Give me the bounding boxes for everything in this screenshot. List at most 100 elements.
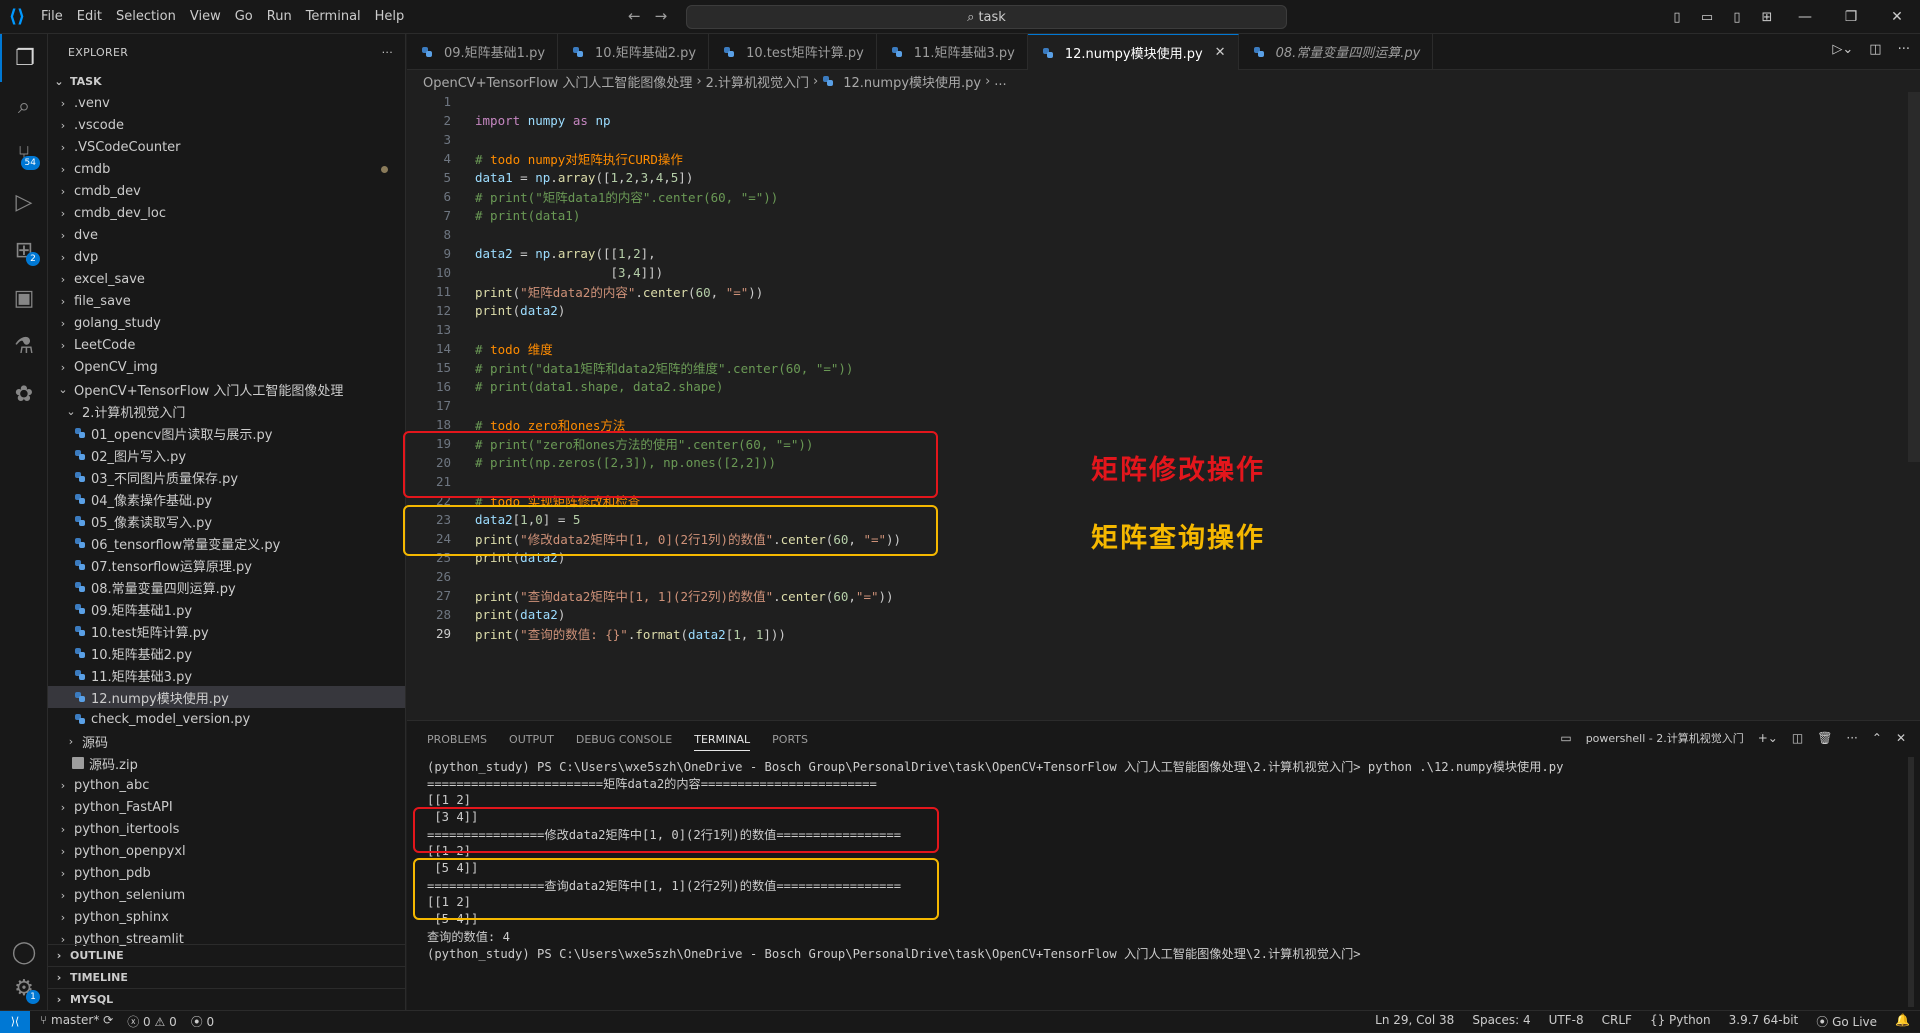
folder-item[interactable]: › dvp — [48, 246, 405, 268]
customize-layout-icon[interactable]: ⊞ — [1752, 10, 1782, 25]
folder-item[interactable]: › python_selenium — [48, 884, 405, 906]
folder-item[interactable]: › dve — [48, 224, 405, 246]
breadcrumb-item[interactable]: 2.计算机视觉入门 — [706, 72, 809, 91]
source-control-icon[interactable]: ⑂ 54 — [0, 130, 48, 178]
command-center-search[interactable]: ⌕ task — [686, 5, 1287, 29]
terminal-scrollbar[interactable] — [1908, 757, 1914, 1007]
file-item[interactable]: 02_图片写入.py — [48, 444, 405, 466]
language-mode[interactable]: {} Python — [1650, 1013, 1711, 1030]
menu-item-terminal[interactable]: Terminal — [299, 9, 368, 24]
tab-5[interactable]: 12.numpy模块使用.py ✕ — [1027, 34, 1239, 70]
new-terminal-icon[interactable]: +⌄ — [1758, 731, 1778, 745]
back-arrow-icon[interactable]: ← — [628, 7, 641, 25]
file-item[interactable]: 04_像素操作基础.py — [48, 488, 405, 510]
folder-item[interactable]: › python_sphinx — [48, 906, 405, 928]
folder-item[interactable]: › python_itertools — [48, 818, 405, 840]
menu-item-file[interactable]: File — [34, 9, 70, 24]
file-item[interactable]: 09.矩阵基础1.py — [48, 598, 405, 620]
code-editor[interactable]: 1 2 import numpy as np 3 4 # todo numpy对矩阵执行C… — [403, 92, 1907, 720]
menu-item-selection[interactable]: Selection — [109, 9, 183, 24]
remote-indicator-icon[interactable]: ⟩⟨ — [0, 1010, 30, 1033]
folder-item[interactable]: › LeetCode — [48, 334, 405, 356]
encoding[interactable]: UTF-8 — [1549, 1013, 1584, 1030]
folder-item[interactable]: › python_openpyxl — [48, 840, 405, 862]
file-item[interactable]: 07.tensorflow运算原理.py — [48, 554, 405, 576]
restore-button[interactable]: ❐ — [1828, 9, 1874, 25]
tab-4[interactable]: 11.矩阵基础3.py — [877, 34, 1028, 69]
maximize-panel-icon[interactable]: ⌃ — [1872, 731, 1882, 745]
more-actions-icon[interactable]: ··· — [382, 46, 393, 59]
file-item[interactable]: 01_opencv图片读取与展示.py — [48, 422, 405, 444]
explorer-icon[interactable]: ❐ — [0, 34, 48, 82]
folder-item[interactable]: › python_abc — [48, 774, 405, 796]
file-item[interactable]: 08.常量变量四则运算.py — [48, 576, 405, 598]
section-outline[interactable]: › OUTLINE — [48, 944, 405, 966]
breadcrumb-item[interactable]: OpenCV+TensorFlow 入门人工智能图像处理 — [423, 72, 692, 91]
folder-item[interactable]: › cmdb_dev — [48, 180, 405, 202]
toggle-sidebar-icon[interactable]: ▯ — [1662, 10, 1692, 25]
menu-item-help[interactable]: Help — [368, 9, 412, 24]
indentation[interactable]: Spaces: 4 — [1472, 1013, 1530, 1030]
panel-tab-debug-console[interactable]: DEBUG CONSOLE — [576, 733, 672, 746]
folder-item[interactable]: › .vscode — [48, 114, 405, 136]
editor-scrollbar[interactable] — [1908, 92, 1920, 462]
kill-terminal-icon[interactable]: 🗑 — [1817, 731, 1832, 745]
file-item[interactable]: 05_像素读取写入.py — [48, 510, 405, 532]
panel-tab-terminal[interactable]: TERMINAL — [694, 733, 751, 751]
run-debug-icon[interactable]: ▷ — [0, 178, 48, 226]
cursor-position[interactable]: Ln 29, Col 38 — [1375, 1013, 1454, 1030]
minimize-button[interactable]: — — [1782, 9, 1828, 25]
more-panel-actions-icon[interactable]: ··· — [1846, 731, 1857, 745]
close-window-button[interactable]: ✕ — [1874, 9, 1920, 25]
split-editor-icon[interactable]: ◫ — [1869, 42, 1881, 57]
close-panel-icon[interactable]: ✕ — [1896, 731, 1906, 745]
line-ending[interactable]: CRLF — [1602, 1013, 1632, 1030]
problems-indicator[interactable]: ⓧ 0 ⚠ 0 — [127, 1013, 177, 1030]
section-timeline[interactable]: › TIMELINE — [48, 966, 405, 988]
toggle-secondary-sidebar-icon[interactable]: ▯ — [1722, 10, 1752, 25]
toggle-panel-icon[interactable]: ▭ — [1692, 10, 1722, 25]
section-mysql[interactable]: › MYSQL — [48, 988, 405, 1010]
remote-explorer-icon[interactable]: ▣ — [0, 274, 48, 322]
folder-item[interactable]: › OpenCV_img — [48, 356, 405, 378]
file-item[interactable]: 03_不同图片质量保存.py — [48, 466, 405, 488]
folder-item[interactable]: ⌄ 2.计算机视觉入门 — [48, 400, 405, 422]
settings-gear-icon[interactable]: ⚙ 1 — [0, 964, 48, 1012]
go-live-button[interactable]: ⦿ Go Live — [1816, 1013, 1877, 1030]
folder-item[interactable]: › golang_study — [48, 312, 405, 334]
folder-item[interactable]: › .VSCodeCounter — [48, 136, 405, 158]
more-editor-actions-icon[interactable]: ··· — [1898, 42, 1910, 57]
folder-item[interactable]: › file_save — [48, 290, 405, 312]
tab-6[interactable]: 08.常量变量四则运算.py — [1239, 34, 1434, 69]
branch-indicator[interactable]: ⑂ master* ⟳ — [40, 1013, 113, 1030]
terminal-output[interactable]: (python_study) PS C:\Users\wxe5szh\OneDr… — [413, 757, 1897, 961]
menu-item-edit[interactable]: Edit — [70, 9, 109, 24]
split-terminal-icon[interactable]: ◫ — [1792, 731, 1803, 745]
file-item[interactable]: 12.numpy模块使用.py — [48, 686, 405, 708]
tab-1[interactable]: 09.矩阵基础1.py — [407, 34, 559, 69]
panel-tab-ports[interactable]: PORTS — [772, 733, 808, 746]
file-item[interactable]: 06_tensorflow常量变量定义.py — [48, 532, 405, 554]
folder-item[interactable]: › 源码 — [48, 730, 405, 752]
terminal-shell-label[interactable]: powershell - 2.计算机视觉入门 — [1586, 730, 1744, 746]
file-item[interactable]: 源码.zip — [48, 752, 405, 774]
notifications-bell-icon[interactable]: 🔔 — [1895, 1013, 1910, 1030]
file-item[interactable]: 10.test矩阵计算.py — [48, 620, 405, 642]
folder-item[interactable]: › python_FastAPI — [48, 796, 405, 818]
testing-icon[interactable]: ⚗ — [0, 322, 48, 370]
menu-item-view[interactable]: View — [183, 9, 228, 24]
folder-item[interactable]: › .venv — [48, 92, 405, 114]
run-python-icon[interactable]: ▷⌄ — [1832, 42, 1853, 57]
search-view-icon[interactable]: ⌕ — [0, 82, 48, 130]
breadcrumb-item[interactable]: 12.numpy模块使用.py — [843, 72, 981, 91]
file-item[interactable]: 10.矩阵基础2.py — [48, 642, 405, 664]
file-item[interactable]: check_model_version.py — [48, 708, 405, 730]
folder-item[interactable]: › cmdb — [48, 158, 405, 180]
close-icon[interactable]: ✕ — [1215, 45, 1226, 60]
extensions-icon[interactable]: ⊞ 2 — [0, 226, 48, 274]
python-interpreter[interactable]: 3.9.7 64-bit — [1729, 1013, 1799, 1030]
panel-tab-output[interactable]: OUTPUT — [509, 733, 554, 746]
folder-item[interactable]: › cmdb_dev_loc — [48, 202, 405, 224]
folder-item[interactable]: ⌄ OpenCV+TensorFlow 入门人工智能图像处理 — [48, 378, 405, 400]
menu-item-run[interactable]: Run — [260, 9, 299, 24]
